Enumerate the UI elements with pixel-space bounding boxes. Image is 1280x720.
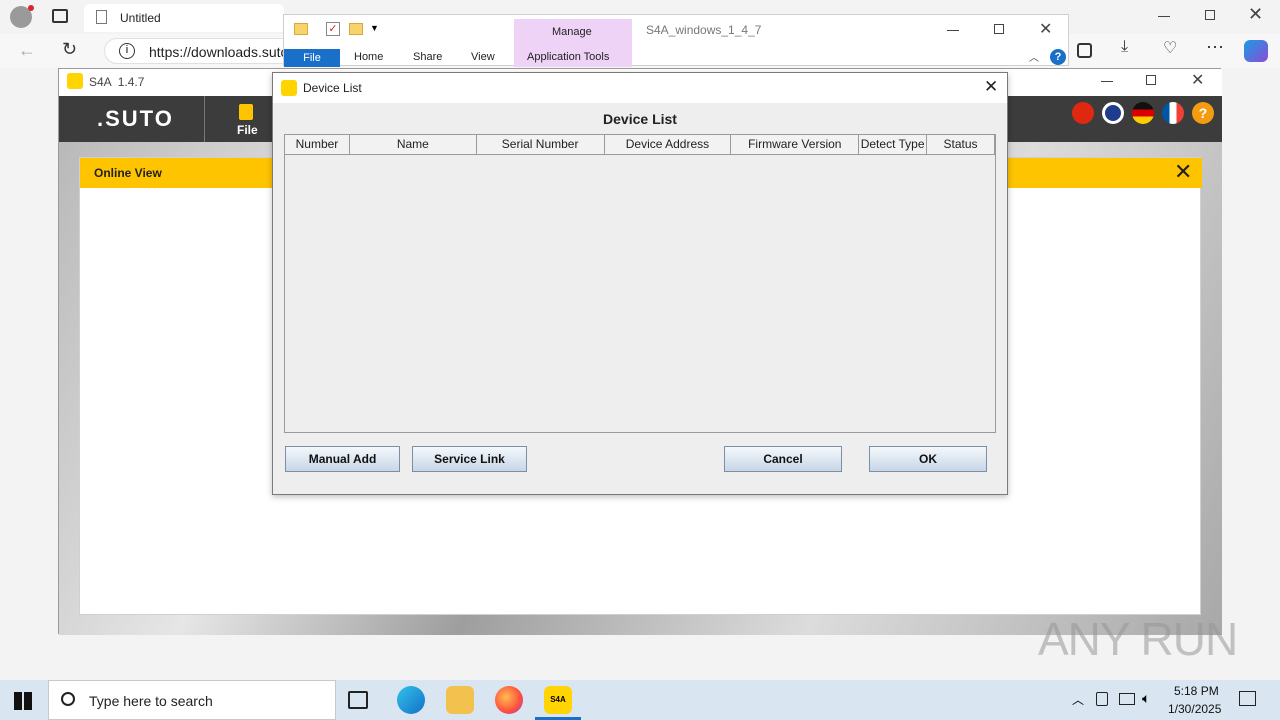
column-header-serial-number[interactable]: Serial Number bbox=[477, 135, 605, 154]
dialog-close-button[interactable]: ✕ bbox=[984, 77, 998, 97]
tab-file[interactable]: File bbox=[284, 49, 340, 67]
toolbar-divider bbox=[204, 96, 205, 142]
tray-chevron-icon[interactable]: ︿ bbox=[1072, 691, 1084, 708]
device-table[interactable]: Number Name Serial Number Device Address… bbox=[284, 134, 996, 433]
online-view-title: Online View bbox=[94, 166, 162, 180]
network-icon[interactable] bbox=[1119, 693, 1135, 705]
help-icon[interactable]: ? bbox=[1050, 49, 1066, 65]
page-icon bbox=[96, 10, 107, 24]
app-help-icon[interactable]: ? bbox=[1192, 102, 1214, 124]
dialog-titlebar: Device List ✕ bbox=[273, 73, 1007, 103]
volume-icon[interactable]: 🔈︎ bbox=[1142, 690, 1150, 707]
refresh-icon[interactable]: ↻ bbox=[62, 39, 77, 60]
info-icon[interactable]: i bbox=[119, 43, 135, 59]
explorer-close-button[interactable]: ✕ bbox=[1039, 19, 1052, 39]
column-header-firmware-version[interactable]: Firmware Version bbox=[731, 135, 860, 154]
clock-time[interactable]: 5:18 PM bbox=[1174, 684, 1219, 698]
clock-date[interactable]: 1/30/2025 bbox=[1168, 702, 1221, 716]
notifications-icon[interactable] bbox=[1239, 691, 1256, 706]
ribbon-collapse-icon[interactable]: ︿ bbox=[1029, 49, 1039, 64]
suto-logo: .SUTO bbox=[97, 106, 174, 131]
device-table-header: Number Name Serial Number Device Address… bbox=[285, 135, 995, 155]
folder-icon bbox=[294, 23, 308, 35]
column-header-status[interactable]: Status bbox=[927, 135, 995, 154]
copilot-icon[interactable] bbox=[1244, 40, 1268, 62]
collections-icon[interactable] bbox=[1077, 43, 1092, 58]
browser-close-button[interactable]: ✕ bbox=[1248, 4, 1263, 25]
new-folder-icon[interactable] bbox=[349, 23, 363, 35]
cancel-button[interactable]: Cancel bbox=[724, 446, 842, 472]
url-text: https://downloads.suto bbox=[149, 44, 289, 60]
search-icon bbox=[61, 692, 75, 706]
s4a-app-icon bbox=[67, 73, 83, 89]
column-header-name[interactable]: Name bbox=[350, 135, 477, 154]
task-view-icon[interactable] bbox=[348, 691, 368, 709]
explorer-window: ✓ ▼ Manage File Home Share View Applicat… bbox=[283, 14, 1069, 69]
taskbar-search[interactable]: Type here to search bbox=[48, 680, 336, 720]
taskbar: Type here to search S4A ︿ 🔈︎ 5:18 PM 1/3… bbox=[0, 680, 1280, 720]
performance-icon[interactable]: ♡ bbox=[1163, 38, 1177, 58]
firefox-icon[interactable] bbox=[495, 686, 523, 714]
properties-icon[interactable]: ✓ bbox=[326, 22, 340, 36]
app-maximize-button[interactable] bbox=[1146, 75, 1156, 85]
start-button[interactable] bbox=[14, 692, 32, 710]
flag-uk-icon[interactable] bbox=[1102, 102, 1124, 124]
edge-icon[interactable] bbox=[397, 686, 425, 714]
tab-actions-icon[interactable] bbox=[52, 9, 68, 23]
dialog-heading: Device List bbox=[603, 111, 677, 127]
column-header-device-address[interactable]: Device Address bbox=[605, 135, 732, 154]
app-title: S4A 1.4.7 bbox=[89, 75, 145, 89]
dialog-app-icon bbox=[281, 80, 297, 96]
dialog-title: Device List bbox=[303, 81, 362, 95]
flag-germany-icon[interactable] bbox=[1132, 102, 1154, 124]
manual-add-button[interactable]: Manual Add bbox=[285, 446, 400, 472]
browser-tab[interactable]: Untitled bbox=[84, 4, 284, 32]
manage-label: Manage bbox=[552, 26, 592, 38]
app-minimize-button[interactable] bbox=[1101, 81, 1113, 82]
address-bar[interactable]: i https://downloads.suto bbox=[104, 38, 304, 64]
back-icon[interactable]: ← bbox=[18, 40, 36, 61]
anyrun-watermark: ANY RUN bbox=[1038, 613, 1238, 665]
file-explorer-icon[interactable] bbox=[446, 686, 474, 714]
tray-device-icon[interactable] bbox=[1096, 692, 1108, 706]
explorer-minimize-button[interactable] bbox=[947, 30, 959, 31]
ok-button[interactable]: OK bbox=[869, 446, 987, 472]
explorer-title: S4A_windows_1_4_7 bbox=[646, 23, 762, 37]
file-icon bbox=[239, 104, 253, 120]
flag-france-icon[interactable] bbox=[1162, 102, 1184, 124]
file-menu-label: File bbox=[237, 123, 258, 137]
browser-minimize-button[interactable] bbox=[1158, 16, 1170, 17]
browser-tab-title: Untitled bbox=[120, 11, 161, 25]
more-icon[interactable]: ⋯ bbox=[1206, 37, 1224, 58]
quick-access-dropdown-icon[interactable]: ▼ bbox=[370, 23, 379, 33]
tab-application-tools[interactable]: Application Tools bbox=[527, 51, 609, 69]
s4a-taskbar-label: S4A bbox=[550, 695, 566, 704]
app-close-button[interactable]: ✕ bbox=[1191, 70, 1204, 90]
device-list-dialog: Device List ✕ Device List Number Name Se… bbox=[272, 72, 1008, 495]
browser-restore-button[interactable] bbox=[1205, 10, 1215, 20]
search-placeholder: Type here to search bbox=[89, 693, 213, 709]
file-menu-button[interactable]: File bbox=[229, 104, 265, 138]
download-icon[interactable]: ⤓ bbox=[1121, 38, 1128, 56]
s4a-taskbar-icon[interactable]: S4A bbox=[544, 686, 572, 714]
column-header-detect-type[interactable]: Detect Type bbox=[859, 135, 928, 154]
tab-home[interactable]: Home bbox=[354, 51, 383, 69]
notification-dot-icon bbox=[28, 5, 34, 11]
column-header-number[interactable]: Number bbox=[285, 135, 350, 154]
tab-share[interactable]: Share bbox=[413, 51, 442, 69]
explorer-maximize-button[interactable] bbox=[994, 24, 1004, 34]
service-link-button[interactable]: Service Link bbox=[412, 446, 527, 472]
tab-view[interactable]: View bbox=[471, 51, 495, 69]
flag-china-icon[interactable] bbox=[1072, 102, 1094, 124]
online-view-close-icon[interactable]: ✕ bbox=[1174, 159, 1192, 185]
